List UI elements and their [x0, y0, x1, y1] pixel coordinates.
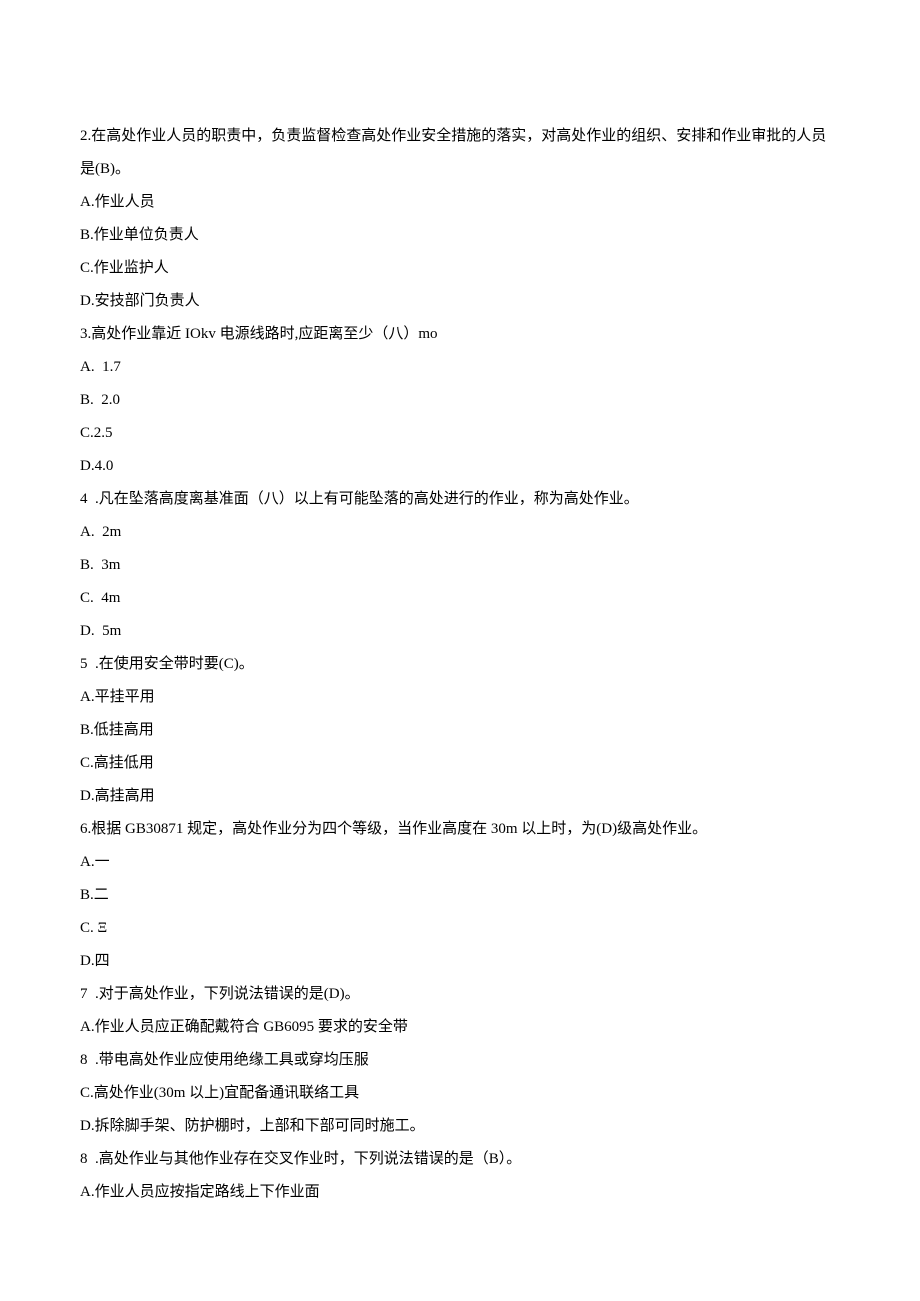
text-line: A. 2m	[80, 516, 840, 549]
text-line: A.作业人员应正确配戴符合 GB6095 要求的安全带	[80, 1011, 840, 1044]
text-line: B. 2.0	[80, 384, 840, 417]
text-line: 8 .高处作业与其他作业存在交叉作业时，下列说法错误的是（B）。	[80, 1143, 840, 1176]
document-content: 2.在高处作业人员的职责中，负责监督检查高处作业安全措施的落实，对高处作业的组织…	[80, 120, 840, 1209]
text-line: 6.根据 GB30871 规定，高处作业分为四个等级，当作业高度在 30m 以上…	[80, 813, 840, 846]
text-line: D.拆除脚手架、防护棚时，上部和下部可同时施工。	[80, 1110, 840, 1143]
text-line: C. 4m	[80, 582, 840, 615]
text-line: 4 .凡在坠落高度离基准面（八）以上有可能坠落的高处进行的作业，称为高处作业。	[80, 483, 840, 516]
text-line: A.一	[80, 846, 840, 879]
text-line: B. 3m	[80, 549, 840, 582]
text-line: D.4.0	[80, 450, 840, 483]
text-line: B.二	[80, 879, 840, 912]
text-line: 5 .在使用安全带时要(C)。	[80, 648, 840, 681]
text-line: A.平挂平用	[80, 681, 840, 714]
text-line: C. Ξ	[80, 912, 840, 945]
text-line: C.作业监护人	[80, 252, 840, 285]
text-line: B.低挂高用	[80, 714, 840, 747]
text-line: D.高挂高用	[80, 780, 840, 813]
text-line: A. 1.7	[80, 351, 840, 384]
text-line: 3.高处作业靠近 IOkv 电源线路时,应距离至少（八）mo	[80, 318, 840, 351]
text-line: 8 .带电高处作业应使用绝缘工具或穿均压服	[80, 1044, 840, 1077]
text-line: C.高挂低用	[80, 747, 840, 780]
text-line: D.安技部门负责人	[80, 285, 840, 318]
text-line: 7 .对于高处作业，下列说法错误的是(D)。	[80, 978, 840, 1011]
text-line: 2.在高处作业人员的职责中，负责监督检查高处作业安全措施的落实，对高处作业的组织…	[80, 120, 840, 186]
text-line: C.2.5	[80, 417, 840, 450]
text-line: C.高处作业(30m 以上)宜配备通讯联络工具	[80, 1077, 840, 1110]
text-line: A.作业人员应按指定路线上下作业面	[80, 1176, 840, 1209]
text-line: D. 5m	[80, 615, 840, 648]
text-line: B.作业单位负责人	[80, 219, 840, 252]
text-line: D.四	[80, 945, 840, 978]
text-line: A.作业人员	[80, 186, 840, 219]
